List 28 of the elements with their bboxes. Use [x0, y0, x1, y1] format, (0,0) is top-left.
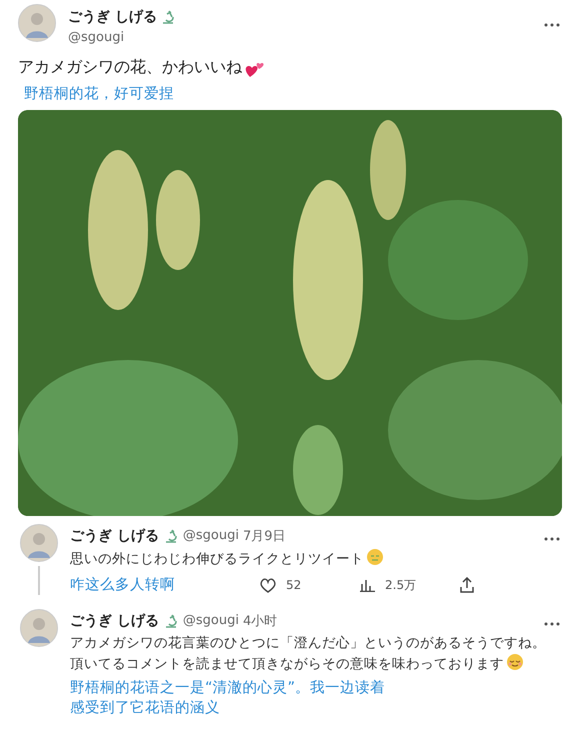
post-time[interactable]: 7月9日: [242, 526, 286, 544]
reply-text: 思いの外にじわじわ伸びるライクとリツイート: [70, 551, 364, 567]
reply-text: アカメガシワの花言葉のひとつに「澄んだ心」というのがあるそうですね。: [70, 635, 546, 651]
author-name[interactable]: ごうぎ しげる: [70, 526, 159, 544]
reply-text: 頂いてるコメントを読ませて頂きながらその意味を味わっております: [70, 656, 504, 672]
more-icon[interactable]: [544, 537, 560, 541]
translation-text: 野梧桐的花语之一是“清澈的心灵”。我一边读着 感受到了它花语的涵义: [70, 678, 386, 718]
author-handle[interactable]: @sgougi: [68, 30, 532, 45]
avatar-icon[interactable]: [18, 4, 56, 42]
more-icon[interactable]: [544, 622, 560, 626]
share-icon[interactable]: [460, 577, 474, 593]
relieved-face-icon: [506, 653, 524, 671]
view-count: 2.5万: [385, 576, 416, 594]
author-name[interactable]: ごうぎ しげる: [68, 8, 157, 26]
like-count: 52: [286, 578, 302, 592]
author-handle[interactable]: @sgougi: [182, 528, 239, 543]
translation-text: 野梧桐的花，好可爱捏: [24, 85, 175, 104]
post-text: アカメガシワの花、かわいいね: [18, 57, 242, 78]
avatar-icon[interactable]: [20, 524, 58, 562]
bar-chart-icon[interactable]: [360, 578, 375, 592]
smiley-icon: [366, 548, 384, 566]
author-name[interactable]: ごうぎ しげる: [70, 612, 159, 630]
translation-text: 咋这么多人转啊: [70, 576, 176, 595]
avatar-icon[interactable]: [20, 609, 58, 647]
post-time[interactable]: 4小时: [242, 612, 278, 630]
heart-icon[interactable]: [260, 578, 276, 592]
author-handle[interactable]: @sgougi: [182, 613, 239, 628]
more-icon[interactable]: [544, 23, 560, 27]
